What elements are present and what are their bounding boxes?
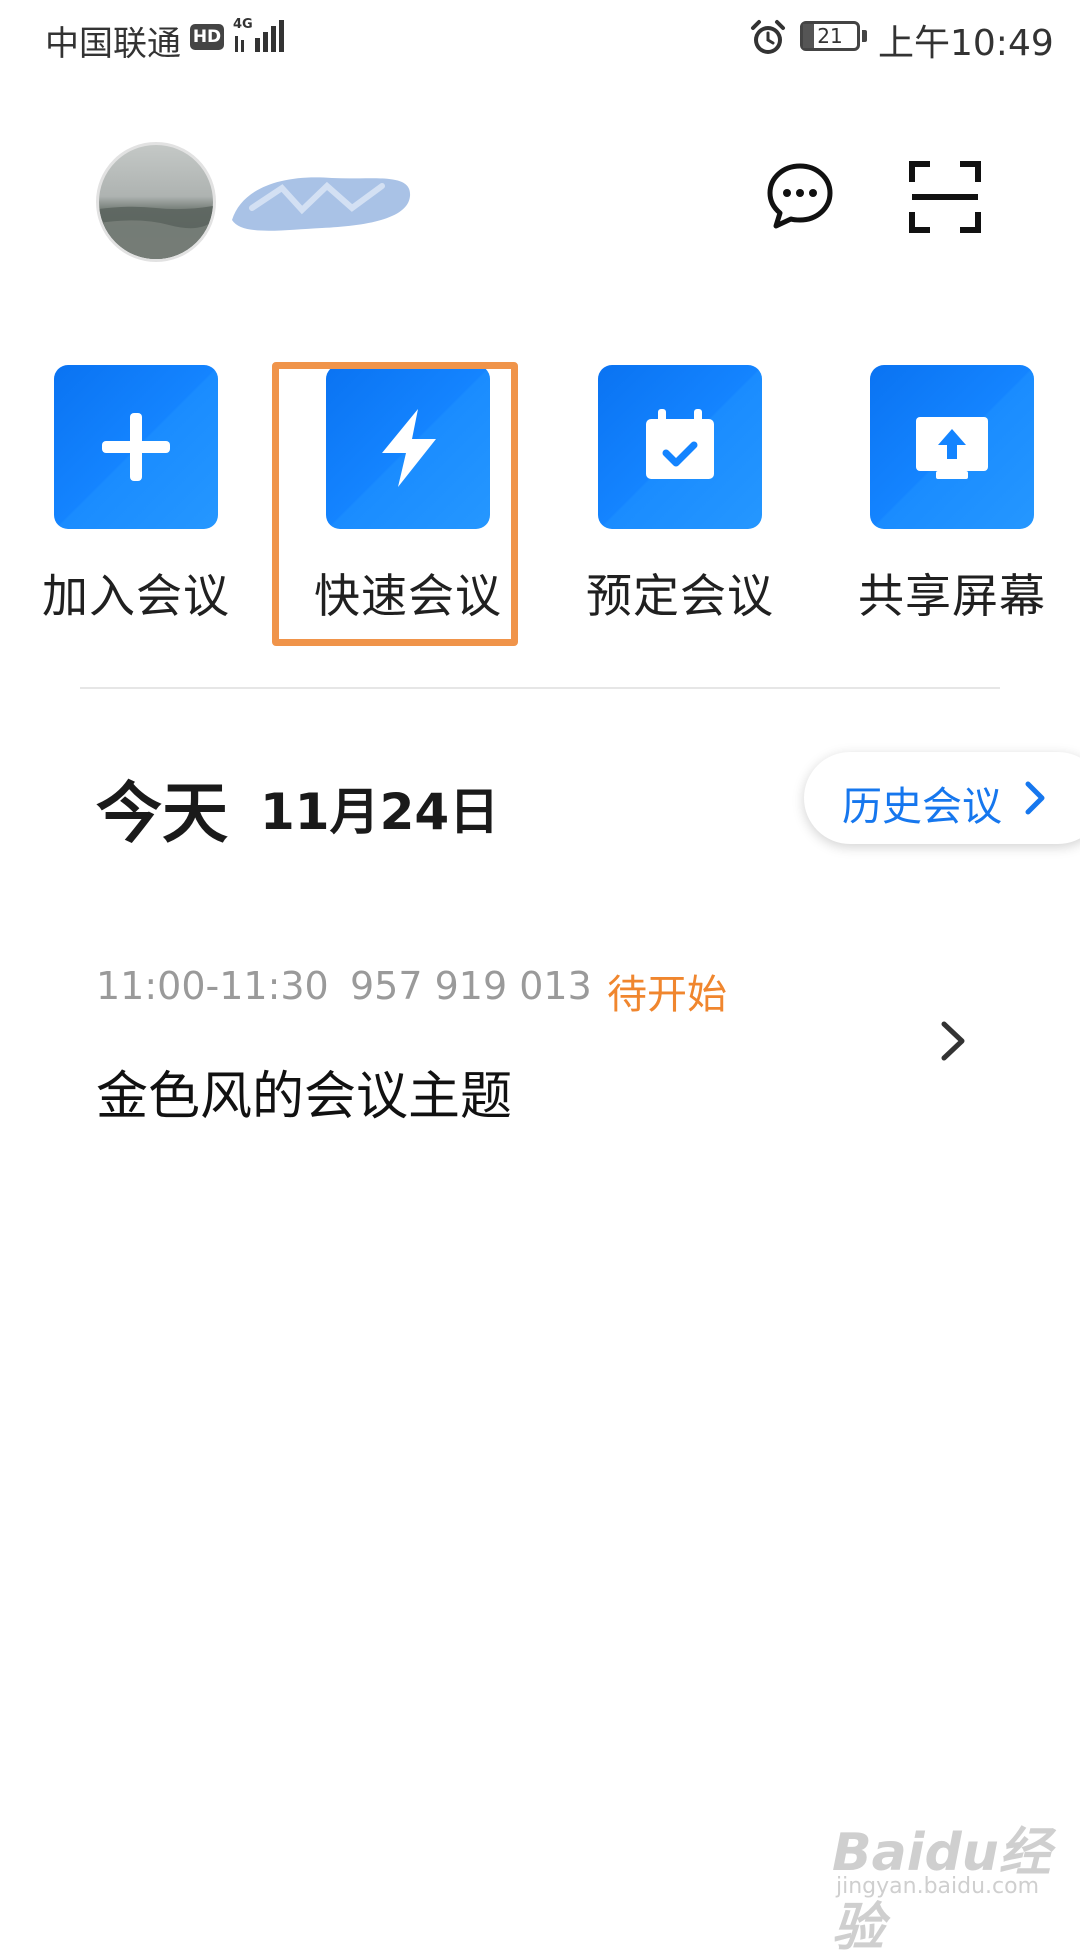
schedule-meeting-label: 预定会议 [586,569,774,623]
status-bar: 中国联通 HD 4G 21 上午10:49 [0,0,1080,80]
join-meeting-button[interactable]: 加入会议 [26,365,246,625]
quick-meeting-label: 快速会议 [314,569,502,623]
section-divider [80,687,1000,689]
status-clock: 上午10:49 [878,23,1054,64]
history-meetings-button[interactable]: 历史会议 [804,752,1080,844]
share-screen-button[interactable]: 共享屏幕 [842,365,1062,625]
battery-indicator: 21 [800,21,860,51]
carrier-label: 中国联通 [45,24,181,64]
schedule-meeting-button[interactable]: 预定会议 [570,365,790,625]
meeting-time: 11:00-11:30 [96,964,329,1008]
meeting-status-badge: 待开始 [607,972,727,1018]
share-screen-icon [916,417,988,479]
today-date: 11月24日 [260,783,500,841]
username-redacted [232,177,411,231]
meeting-list-item[interactable]: 11:00-11:30 957 919 013 待开始 金色风的会议主题 [0,950,1080,1130]
share-screen-tile [870,365,1034,529]
meeting-id: 957 919 013 [350,964,592,1008]
battery-level: 21 [817,24,843,48]
battery-fill [803,24,815,48]
join-meeting-tile [54,365,218,529]
avatar-photo-icon [99,206,213,259]
history-meetings-label: 历史会议 [842,784,1002,830]
quick-meeting-tile [326,365,490,529]
plus-icon [102,413,170,481]
alarm-icon [751,20,785,54]
share-screen-label: 共享屏幕 [858,569,1046,623]
join-meeting-label: 加入会议 [42,569,230,623]
battery-cap [862,30,867,42]
chevron-right-icon [941,1021,965,1061]
signal-icon: 4G [233,17,284,52]
watermark-url: jingyan.baidu.com [836,1874,1040,1899]
watermark: Baidu经验 jingyan.baidu.com [832,1806,1062,1958]
lightning-icon [382,409,436,487]
avatar[interactable] [96,142,216,262]
today-heading: 今天 [96,775,228,852]
chat-bubble-icon[interactable] [764,160,836,232]
network-type: 4G [233,17,253,32]
schedule-meeting-tile [598,365,762,529]
hd-badge: HD [190,24,224,50]
chevron-right-icon [1025,781,1045,815]
quick-meeting-button[interactable]: 快速会议 [298,365,518,625]
meeting-title: 金色风的会议主题 [96,1067,513,1127]
calendar-check-icon [646,409,714,479]
scan-icon[interactable] [908,160,982,234]
